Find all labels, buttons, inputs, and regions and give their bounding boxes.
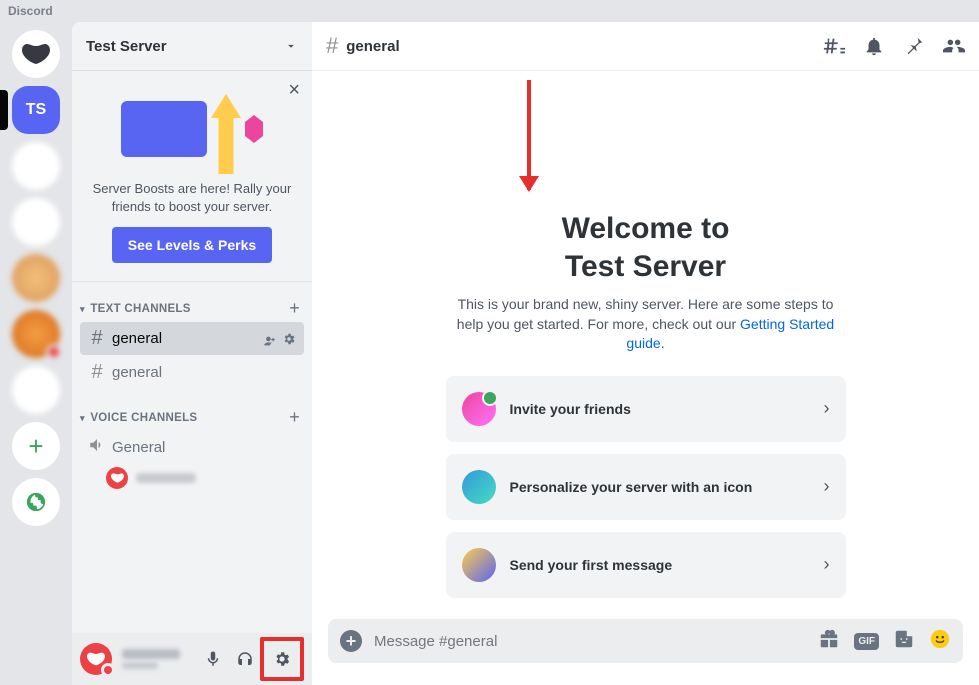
mic-icon bbox=[204, 650, 222, 668]
card-first-message[interactable]: Send your first message › bbox=[446, 532, 846, 598]
chevron-down-icon: ▾ bbox=[80, 413, 85, 423]
members-icon[interactable] bbox=[943, 35, 965, 57]
card-personalize-server[interactable]: Personalize your server with an icon › bbox=[446, 454, 846, 520]
username-area[interactable] bbox=[122, 649, 194, 669]
add-server-button[interactable]: + bbox=[12, 422, 60, 470]
threads-icon[interactable] bbox=[823, 35, 845, 57]
gift-icon[interactable] bbox=[818, 628, 840, 655]
hash-icon: # bbox=[88, 361, 106, 384]
boost-card: × Server Boosts are here! Rally your fri… bbox=[72, 70, 312, 282]
emoji-icon[interactable] bbox=[929, 628, 951, 655]
card-invite-friends[interactable]: Invite your friends › bbox=[446, 376, 846, 442]
guild-item[interactable] bbox=[12, 254, 60, 302]
guild-item[interactable] bbox=[12, 366, 60, 414]
sticker-icon[interactable] bbox=[893, 628, 915, 655]
invite-icon bbox=[462, 392, 496, 426]
guild-list: TS + bbox=[0, 22, 72, 685]
avatar bbox=[106, 467, 128, 489]
category-voice-channels[interactable]: ▾ VOICE CHANNELS + bbox=[72, 401, 312, 430]
channel-general-2[interactable]: # general bbox=[80, 356, 304, 389]
avatar[interactable] bbox=[80, 643, 112, 675]
voice-channel-general[interactable]: General bbox=[80, 431, 304, 463]
boost-illustration bbox=[88, 84, 296, 174]
pin-icon[interactable] bbox=[903, 35, 925, 57]
guild-item[interactable] bbox=[12, 142, 60, 190]
status-dnd bbox=[101, 663, 115, 677]
annotation-arrow bbox=[527, 80, 531, 190]
bell-icon[interactable] bbox=[863, 35, 885, 57]
chevron-down-icon: ▾ bbox=[80, 304, 85, 314]
channel-general[interactable]: # general bbox=[80, 322, 304, 355]
chevron-right-icon: › bbox=[824, 554, 830, 575]
chevron-down-icon bbox=[284, 39, 298, 53]
deafen-button[interactable] bbox=[230, 644, 260, 674]
channel-title: general bbox=[346, 38, 399, 55]
category-text-channels[interactable]: ▾ TEXT CHANNELS + bbox=[72, 292, 312, 321]
hash-icon: # bbox=[88, 327, 106, 350]
channel-list: ▾ TEXT CHANNELS + # general # general bbox=[72, 282, 312, 633]
message-bar: + Message #general GIF bbox=[312, 619, 979, 685]
explore-servers-button[interactable] bbox=[12, 478, 60, 526]
chevron-right-icon: › bbox=[824, 398, 830, 419]
server-name: Test Server bbox=[86, 38, 167, 55]
dm-home-button[interactable] bbox=[12, 30, 60, 78]
settings-button-highlight bbox=[260, 637, 304, 681]
chevron-right-icon: › bbox=[824, 476, 830, 497]
create-channel-button[interactable]: + bbox=[289, 298, 300, 319]
welcome-heading: Welcome toTest Server bbox=[562, 210, 730, 285]
create-channel-button[interactable]: + bbox=[289, 407, 300, 428]
user-panel bbox=[72, 633, 312, 685]
attach-button[interactable]: + bbox=[340, 630, 362, 652]
voice-user[interactable] bbox=[72, 464, 312, 492]
create-invite-icon[interactable] bbox=[262, 332, 276, 346]
guild-item[interactable] bbox=[12, 310, 60, 358]
titlebar: Discord bbox=[0, 0, 979, 22]
welcome-screen: Welcome toTest Server This is your brand… bbox=[312, 70, 979, 619]
close-icon[interactable]: × bbox=[288, 80, 300, 100]
personalize-icon bbox=[462, 470, 496, 504]
channel-sidebar: Test Server × Server Boosts are here! Ra… bbox=[72, 22, 312, 685]
gif-button[interactable]: GIF bbox=[854, 633, 879, 650]
server-header[interactable]: Test Server bbox=[72, 22, 312, 70]
notification-badge bbox=[46, 344, 62, 360]
user-settings-button[interactable] bbox=[267, 644, 297, 674]
chat-area: # general Welcome toTest Server This is … bbox=[312, 22, 979, 685]
message-input[interactable]: + Message #general GIF bbox=[328, 619, 963, 663]
mute-button[interactable] bbox=[198, 644, 228, 674]
guild-item[interactable] bbox=[12, 198, 60, 246]
welcome-intro: This is your brand new, shiny server. He… bbox=[446, 295, 846, 354]
boost-text: Server Boosts are here! Rally your frien… bbox=[88, 180, 296, 215]
headphones-icon bbox=[236, 650, 254, 668]
message-icon bbox=[462, 548, 496, 582]
guild-test-server[interactable]: TS bbox=[12, 86, 60, 134]
hash-icon: # bbox=[326, 33, 338, 59]
chat-header: # general bbox=[312, 22, 979, 70]
username-redacted bbox=[136, 473, 196, 483]
gear-icon[interactable] bbox=[282, 332, 296, 346]
gear-icon bbox=[273, 650, 291, 668]
speaker-icon bbox=[88, 436, 106, 458]
message-placeholder[interactable]: Message #general bbox=[374, 633, 806, 650]
boost-levels-button[interactable]: See Levels & Perks bbox=[112, 227, 272, 263]
